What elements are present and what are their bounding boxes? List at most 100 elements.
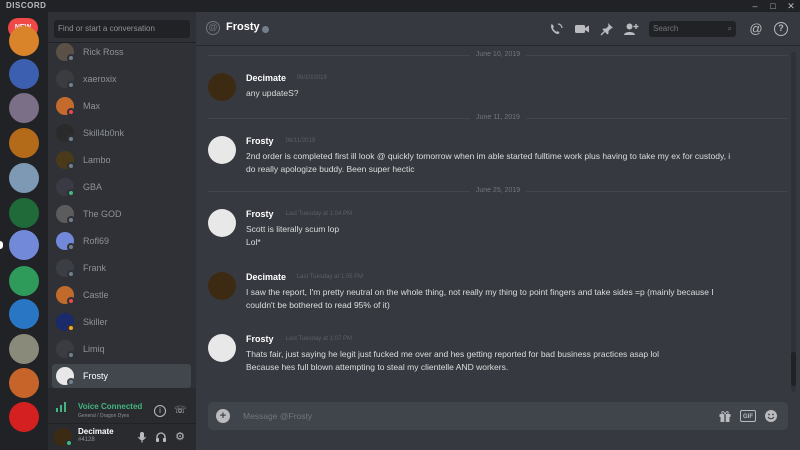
dm-name: Rofl69 xyxy=(83,236,110,246)
message-avatar[interactable] xyxy=(208,136,236,164)
voice-status[interactable]: Voice Connected xyxy=(78,402,142,411)
headphones-icon[interactable] xyxy=(155,431,167,443)
dm-status-indicator xyxy=(67,108,75,116)
video-call-icon[interactable] xyxy=(574,22,590,36)
guild-icon[interactable] xyxy=(9,128,39,158)
message: Frosty Last Tuesday at 1:04 PM Scott is li… xyxy=(208,209,788,251)
dm-status-indicator xyxy=(67,270,75,278)
dm-item[interactable]: Rick Ross xyxy=(52,40,191,64)
dm-status-indicator xyxy=(67,54,75,62)
microphone-icon[interactable] xyxy=(136,431,148,443)
channel-header: @ Frosty Search ⌕ @ ? xyxy=(196,12,800,46)
dm-status-indicator xyxy=(67,189,75,197)
user-tag: #4128 xyxy=(78,437,95,443)
dm-item[interactable]: Skiller xyxy=(52,310,191,334)
scrollbar-thumb[interactable] xyxy=(791,352,796,386)
message-author[interactable]: Decimate xyxy=(246,272,286,282)
guild-icon[interactable] xyxy=(9,266,39,296)
guild-icon[interactable] xyxy=(9,402,39,432)
dm-item[interactable]: GBA xyxy=(52,175,191,199)
dm-name: Skiller xyxy=(83,317,108,327)
dm-name: Max xyxy=(83,101,101,111)
dm-item[interactable]: Limiq xyxy=(52,337,191,361)
guild-icon[interactable] xyxy=(0,230,39,260)
header-search-input[interactable]: Search ⌕ xyxy=(649,21,736,37)
guild-icon[interactable] xyxy=(9,59,39,89)
dm-item[interactable]: xaeroxix xyxy=(52,67,191,91)
dm-item[interactable]: Rofl69 xyxy=(52,229,191,253)
message-timestamp: Last Tuesday at 1:07 PM xyxy=(285,336,352,342)
minimize-button[interactable]: – xyxy=(748,0,762,12)
message: Decimate 06/10/2019 any updateS? xyxy=(208,73,788,102)
info-icon[interactable]: i xyxy=(154,405,166,417)
dm-item[interactable]: Frank xyxy=(52,256,191,280)
divider-date: June 10, 2019 xyxy=(469,50,527,60)
guild-icon[interactable] xyxy=(9,368,39,398)
message-input[interactable]: Message @Frosty xyxy=(243,402,312,430)
message-author[interactable]: Decimate xyxy=(246,73,286,83)
maximize-button[interactable]: □ xyxy=(766,0,780,12)
dm-item[interactable]: Lambo xyxy=(52,148,191,172)
pin-icon[interactable] xyxy=(599,22,615,36)
message: Frosty 06/11/2019 2nd order is completed f… xyxy=(208,136,788,178)
help-icon[interactable]: ? xyxy=(774,22,788,36)
search-placeholder: Search xyxy=(653,24,679,33)
dm-item[interactable]: Max xyxy=(52,94,191,118)
guild-icon[interactable] xyxy=(9,26,39,56)
message-author[interactable]: Frosty xyxy=(246,209,274,219)
chat-scrollbar[interactable] xyxy=(791,52,796,392)
search-icon: ⌕ xyxy=(727,24,732,33)
guild-icon[interactable] xyxy=(9,198,39,228)
disconnect-icon[interactable]: ☏ xyxy=(174,405,187,417)
dm-name: The GOD xyxy=(83,209,122,219)
message-avatar[interactable] xyxy=(208,73,236,101)
dm-item[interactable]: Frosty xyxy=(52,364,191,388)
dm-status-indicator xyxy=(67,243,75,251)
dm-name: Lambo xyxy=(83,155,111,165)
chat-area: @ Frosty Search ⌕ @ ? June 10, 2019 Decim… xyxy=(196,12,800,450)
add-friend-icon[interactable] xyxy=(623,22,639,36)
message-avatar[interactable] xyxy=(208,209,236,237)
message-author[interactable]: Frosty xyxy=(246,136,274,146)
message-composer[interactable]: + Message @Frosty GIF xyxy=(208,402,788,430)
guild-icon[interactable] xyxy=(9,334,39,364)
guild-icon[interactable] xyxy=(9,163,39,193)
mentions-icon[interactable]: @ xyxy=(748,22,764,36)
close-window-button[interactable]: ✕ xyxy=(784,0,798,12)
upload-plus-icon[interactable]: + xyxy=(216,409,230,423)
dm-status-indicator xyxy=(67,135,75,143)
user-status-indicator xyxy=(65,439,73,447)
voice-call-icon[interactable] xyxy=(548,22,564,36)
message-timestamp: 06/10/2019 xyxy=(296,75,327,81)
message-avatar[interactable] xyxy=(208,334,236,362)
dm-item[interactable]: Skill4b0nk xyxy=(52,121,191,145)
dm-name: Castle xyxy=(83,290,109,300)
gift-icon[interactable] xyxy=(718,409,732,423)
dm-status-indicator xyxy=(67,81,75,89)
message-author[interactable]: Frosty xyxy=(246,334,274,344)
message-avatar[interactable] xyxy=(208,272,236,300)
app-brand: DISCORD xyxy=(6,1,47,10)
message-text: 2nd order is completed first ill look @ … xyxy=(246,151,731,161)
date-divider: June 25, 2019 xyxy=(208,186,788,196)
user-name: Decimate xyxy=(78,427,114,436)
dm-search-input[interactable]: Find or start a conversation xyxy=(54,20,190,38)
settings-gear-icon[interactable]: ⚙ xyxy=(174,431,186,443)
message: Decimate Last Tuesday at 1:05 PM I saw the… xyxy=(208,272,788,314)
dm-item[interactable]: The GOD xyxy=(52,202,191,226)
gif-button[interactable]: GIF xyxy=(740,410,756,422)
emoji-icon[interactable] xyxy=(764,409,778,423)
dm-name: xaeroxix xyxy=(83,74,117,84)
signal-icon xyxy=(56,402,66,412)
dm-name: Skill4b0nk xyxy=(83,128,125,138)
message-timestamp: Last Tuesday at 1:04 PM xyxy=(285,211,352,217)
message-text: Scott is literally scum lop xyxy=(246,224,340,234)
message-text: Thats fair, just saying he legit just fu… xyxy=(246,349,659,359)
guild-icon[interactable] xyxy=(9,93,39,123)
dm-item[interactable]: Castle xyxy=(52,283,191,307)
guild-icon[interactable] xyxy=(9,299,39,329)
dm-name: Frank xyxy=(83,263,107,273)
channel-name: Frosty xyxy=(226,21,260,33)
date-divider: June 11, 2019 xyxy=(208,113,788,123)
dm-status-indicator xyxy=(67,216,75,224)
